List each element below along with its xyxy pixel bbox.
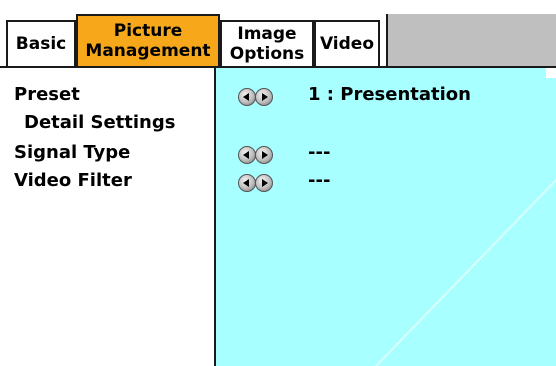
right-arrow-icon[interactable] xyxy=(255,174,273,192)
tab-basic-label: Basic xyxy=(15,34,67,54)
tab-bar-background xyxy=(386,14,556,66)
menu-item-detail-settings[interactable]: Detail Settings xyxy=(24,112,175,134)
left-arrow-icon[interactable] xyxy=(238,88,256,106)
tab-image-options[interactable]: Image Options xyxy=(220,20,314,66)
menu-item-signal-type[interactable]: Signal Type xyxy=(14,142,130,164)
menu-item-preset[interactable]: Preset xyxy=(14,84,80,106)
tab-basic[interactable]: Basic xyxy=(6,20,76,66)
tab-video[interactable]: Video xyxy=(314,20,380,66)
right-arrow-icon[interactable] xyxy=(255,146,273,164)
right-arrow-icon[interactable] xyxy=(255,88,273,106)
preset-value: 1 : Presentation xyxy=(308,84,471,105)
signal-type-value: --- xyxy=(308,142,331,163)
projector-menu: Basic Picture Management Image Options V… xyxy=(0,0,556,366)
tab-image-options-label-line2: Options xyxy=(229,44,305,64)
tab-video-label: Video xyxy=(319,34,375,54)
tab-image-options-label-line1: Image xyxy=(237,24,297,44)
tab-bar: Basic Picture Management Image Options V… xyxy=(0,8,556,66)
menu-item-list: Preset Detail Settings Signal Type Video… xyxy=(0,68,216,366)
menu-item-video-filter[interactable]: Video Filter xyxy=(14,170,132,192)
tab-picture-management-label-line1: Picture xyxy=(113,21,183,41)
tab-picture-management[interactable]: Picture Management xyxy=(76,14,220,66)
value-panel: 1 : Presentation --- --- xyxy=(214,68,556,366)
left-arrow-icon[interactable] xyxy=(238,146,256,164)
preset-adjust-arrows-icon[interactable] xyxy=(238,88,276,106)
tab-picture-management-label-line2: Management xyxy=(85,41,211,61)
video-filter-adjust-arrows-icon[interactable] xyxy=(238,174,276,192)
video-filter-value: --- xyxy=(308,170,331,191)
signal-type-adjust-arrows-icon[interactable] xyxy=(238,146,276,164)
panel-highlight-line xyxy=(375,178,556,366)
left-arrow-icon[interactable] xyxy=(238,174,256,192)
